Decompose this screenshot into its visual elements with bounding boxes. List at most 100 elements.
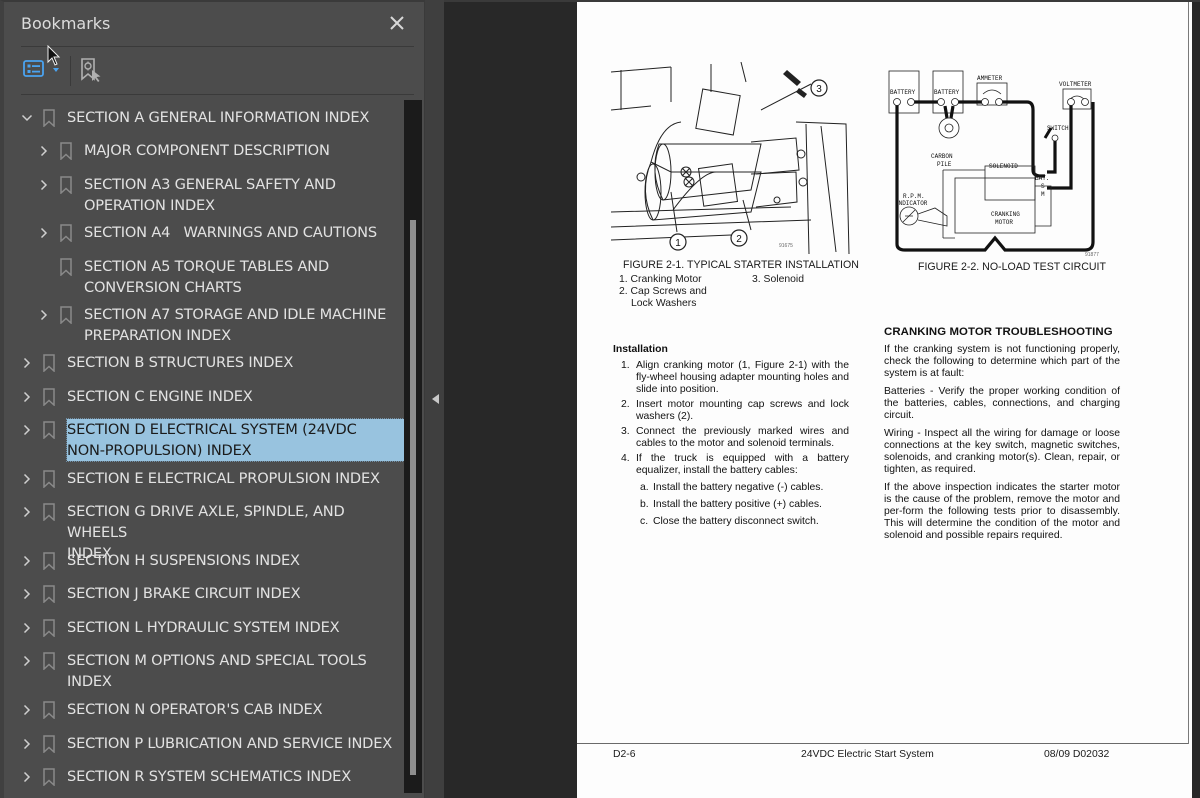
svg-text:91877: 91877 <box>1085 252 1099 258</box>
troubleshooting-body: If the cranking system is not functionin… <box>884 344 1120 548</box>
svg-text:3: 3 <box>816 84 822 95</box>
svg-text:1: 1 <box>675 238 681 249</box>
chevron-right-icon[interactable] <box>38 179 50 191</box>
bookmark-icon <box>60 176 72 194</box>
panel-collapse-strip <box>424 0 444 798</box>
bookmarks-toolbar <box>21 52 414 92</box>
bookmark-label[interactable]: SECTION C ENGINE INDEX <box>67 386 404 407</box>
step-number: 4. <box>621 453 630 464</box>
divider <box>21 46 414 47</box>
svg-text:VOLTMETER: VOLTMETER <box>1059 81 1092 88</box>
chevron-right-icon[interactable] <box>21 391 33 403</box>
bookmark-label[interactable]: SECTION E ELECTRICAL PROPULSION INDEX <box>67 468 404 489</box>
bookmark-label[interactable]: SECTION R SYSTEM SCHEMATICS INDEX <box>67 766 404 787</box>
chevron-right-icon[interactable] <box>21 738 33 750</box>
chevron-right-icon[interactable] <box>21 473 33 485</box>
bookmark-icon <box>60 142 72 160</box>
footer-revision: 08/09 D02032 <box>1044 749 1110 760</box>
bookmark-label[interactable]: SECTION A3 GENERAL SAFETY AND OPERATION … <box>84 174 404 216</box>
page-edge <box>1188 2 1189 744</box>
installation-steps: 1. Align cranking motor (1, Figure 2-1) w… <box>621 360 849 533</box>
bookmark-label[interactable]: SECTION A GENERAL INFORMATION INDEX <box>67 107 404 128</box>
installation-step: 4. If the truck is equipped with a batter… <box>621 453 849 477</box>
chevron-down-icon[interactable] <box>21 112 33 124</box>
bookmark-label[interactable]: SECTION P LUBRICATION AND SERVICE INDEX <box>67 733 404 754</box>
figure-caption: FIGURE 2-1. TYPICAL STARTER INSTALLATION <box>623 259 859 271</box>
legend-item: 1. Cranking Motor <box>619 274 702 285</box>
bookmark-icon <box>43 701 55 719</box>
chevron-right-icon[interactable] <box>21 704 33 716</box>
bookmark-icon <box>43 585 55 603</box>
figure-starter-installation: 3 1 2 91675 <box>611 62 850 254</box>
collapse-panel-arrow-icon[interactable] <box>432 394 439 404</box>
bookmark-label[interactable]: SECTION A5 TORQUE TABLES AND CONVERSION … <box>84 256 404 298</box>
chevron-right-icon[interactable] <box>21 506 33 518</box>
substep-letter: b. <box>640 499 649 510</box>
substep-letter: a. <box>640 482 649 493</box>
chevron-right-icon[interactable] <box>21 555 33 567</box>
chevron-right-icon[interactable] <box>21 622 33 634</box>
legend-item: Lock Washers <box>631 298 697 309</box>
figure-legend: 1. Cranking Motor 2. Cap Screws and Lock… <box>619 274 707 310</box>
bookmarks-panel: Bookmarks SECTION A GENERAL INFORMATION … <box>0 0 424 798</box>
chevron-right-icon[interactable] <box>21 357 33 369</box>
svg-text:MOTOR: MOTOR <box>995 219 1013 226</box>
substep-text: Install the battery negative (-) cables. <box>653 482 824 493</box>
scrollbar-thumb[interactable] <box>410 220 416 775</box>
bookmark-label[interactable]: SECTION N OPERATOR'S CAB INDEX <box>67 699 404 720</box>
bookmark-label[interactable]: SECTION H SUSPENSIONS INDEX <box>67 550 404 571</box>
bookmark-icon <box>43 354 55 372</box>
troubleshooting-paragraph: Batteries - Verify the proper working co… <box>884 386 1120 421</box>
chevron-right-icon[interactable] <box>38 309 50 321</box>
svg-text:INDICATOR: INDICATOR <box>895 200 928 207</box>
chevron-right-icon[interactable] <box>38 227 50 239</box>
chevron-right-icon[interactable] <box>21 424 33 436</box>
bookmark-label[interactable]: SECTION D ELECTRICAL SYSTEM (24VDC NON-P… <box>66 418 405 462</box>
close-panel-button[interactable] <box>386 12 408 34</box>
installation-step: 2. Insert motor mounting cap screws and l… <box>621 399 849 423</box>
bookmark-label[interactable]: SECTION M OPTIONS AND SPECIAL TOOLS INDE… <box>67 650 404 692</box>
bookmark-icon <box>43 421 55 439</box>
divider <box>21 94 414 95</box>
svg-text:CRANKING: CRANKING <box>991 211 1020 218</box>
bookmark-icon <box>43 735 55 753</box>
bookmark-icon <box>43 552 55 570</box>
bookmarks-scrollbar[interactable] <box>404 100 422 793</box>
chevron-right-icon[interactable] <box>21 588 33 600</box>
chevron-right-icon[interactable] <box>38 145 50 157</box>
legend-item: 3. Solenoid <box>752 274 804 285</box>
chevron-right-icon[interactable] <box>21 655 33 667</box>
find-current-bookmark-icon <box>81 58 101 82</box>
chevron-right-icon[interactable] <box>21 771 33 783</box>
find-current-bookmark-button[interactable] <box>79 57 105 83</box>
svg-text:AMMETER: AMMETER <box>977 75 1003 82</box>
svg-text:BATTERY: BATTERY <box>890 89 916 96</box>
substep-text: Install the battery positive (+) cables. <box>653 499 822 510</box>
bookmark-label[interactable]: SECTION L HYDRAULIC SYSTEM INDEX <box>67 617 404 638</box>
chevron-down-icon[interactable] <box>53 68 59 72</box>
svg-text:SOLENOID: SOLENOID <box>989 163 1018 170</box>
bookmark-label[interactable]: SECTION B STRUCTURES INDEX <box>67 352 404 373</box>
step-number: 1. <box>621 360 630 371</box>
bookmark-label[interactable]: SECTION J BRAKE CIRCUIT INDEX <box>67 583 404 604</box>
bookmark-label[interactable]: SECTION A7 STORAGE AND IDLE MACHINE PREP… <box>84 304 404 346</box>
troubleshooting-paragraph: If the above inspection indicates the st… <box>884 482 1120 541</box>
svg-text:CARBON: CARBON <box>931 153 953 160</box>
step-number: 3. <box>621 426 630 437</box>
bookmark-options-list-icon <box>23 60 44 77</box>
bookmark-icon <box>43 388 55 406</box>
bookmark-label[interactable]: SECTION A4 WARNINGS AND CAUTIONS <box>84 222 404 243</box>
bookmark-icon <box>60 224 72 242</box>
troubleshooting-paragraph: Wiring - Inspect all the wiring for dama… <box>884 428 1120 475</box>
bookmark-icon <box>43 619 55 637</box>
close-icon <box>390 16 404 30</box>
bookmark-icon <box>43 109 55 127</box>
panel-title: Bookmarks <box>21 14 111 33</box>
bookmark-options-button[interactable] <box>23 59 45 79</box>
figure-no-load-test-circuit: BATTERY BATTERY AMMETER VOLTMETER SWITCH… <box>888 70 1099 258</box>
installation-heading: Installation <box>613 344 668 355</box>
legend-item: 2. Cap Screws and <box>619 286 707 297</box>
troubleshooting-heading: CRANKING MOTOR TROUBLESHOOTING <box>884 326 1113 338</box>
bookmark-icon <box>43 470 55 488</box>
bookmark-label[interactable]: MAJOR COMPONENT DESCRIPTION <box>84 140 404 161</box>
